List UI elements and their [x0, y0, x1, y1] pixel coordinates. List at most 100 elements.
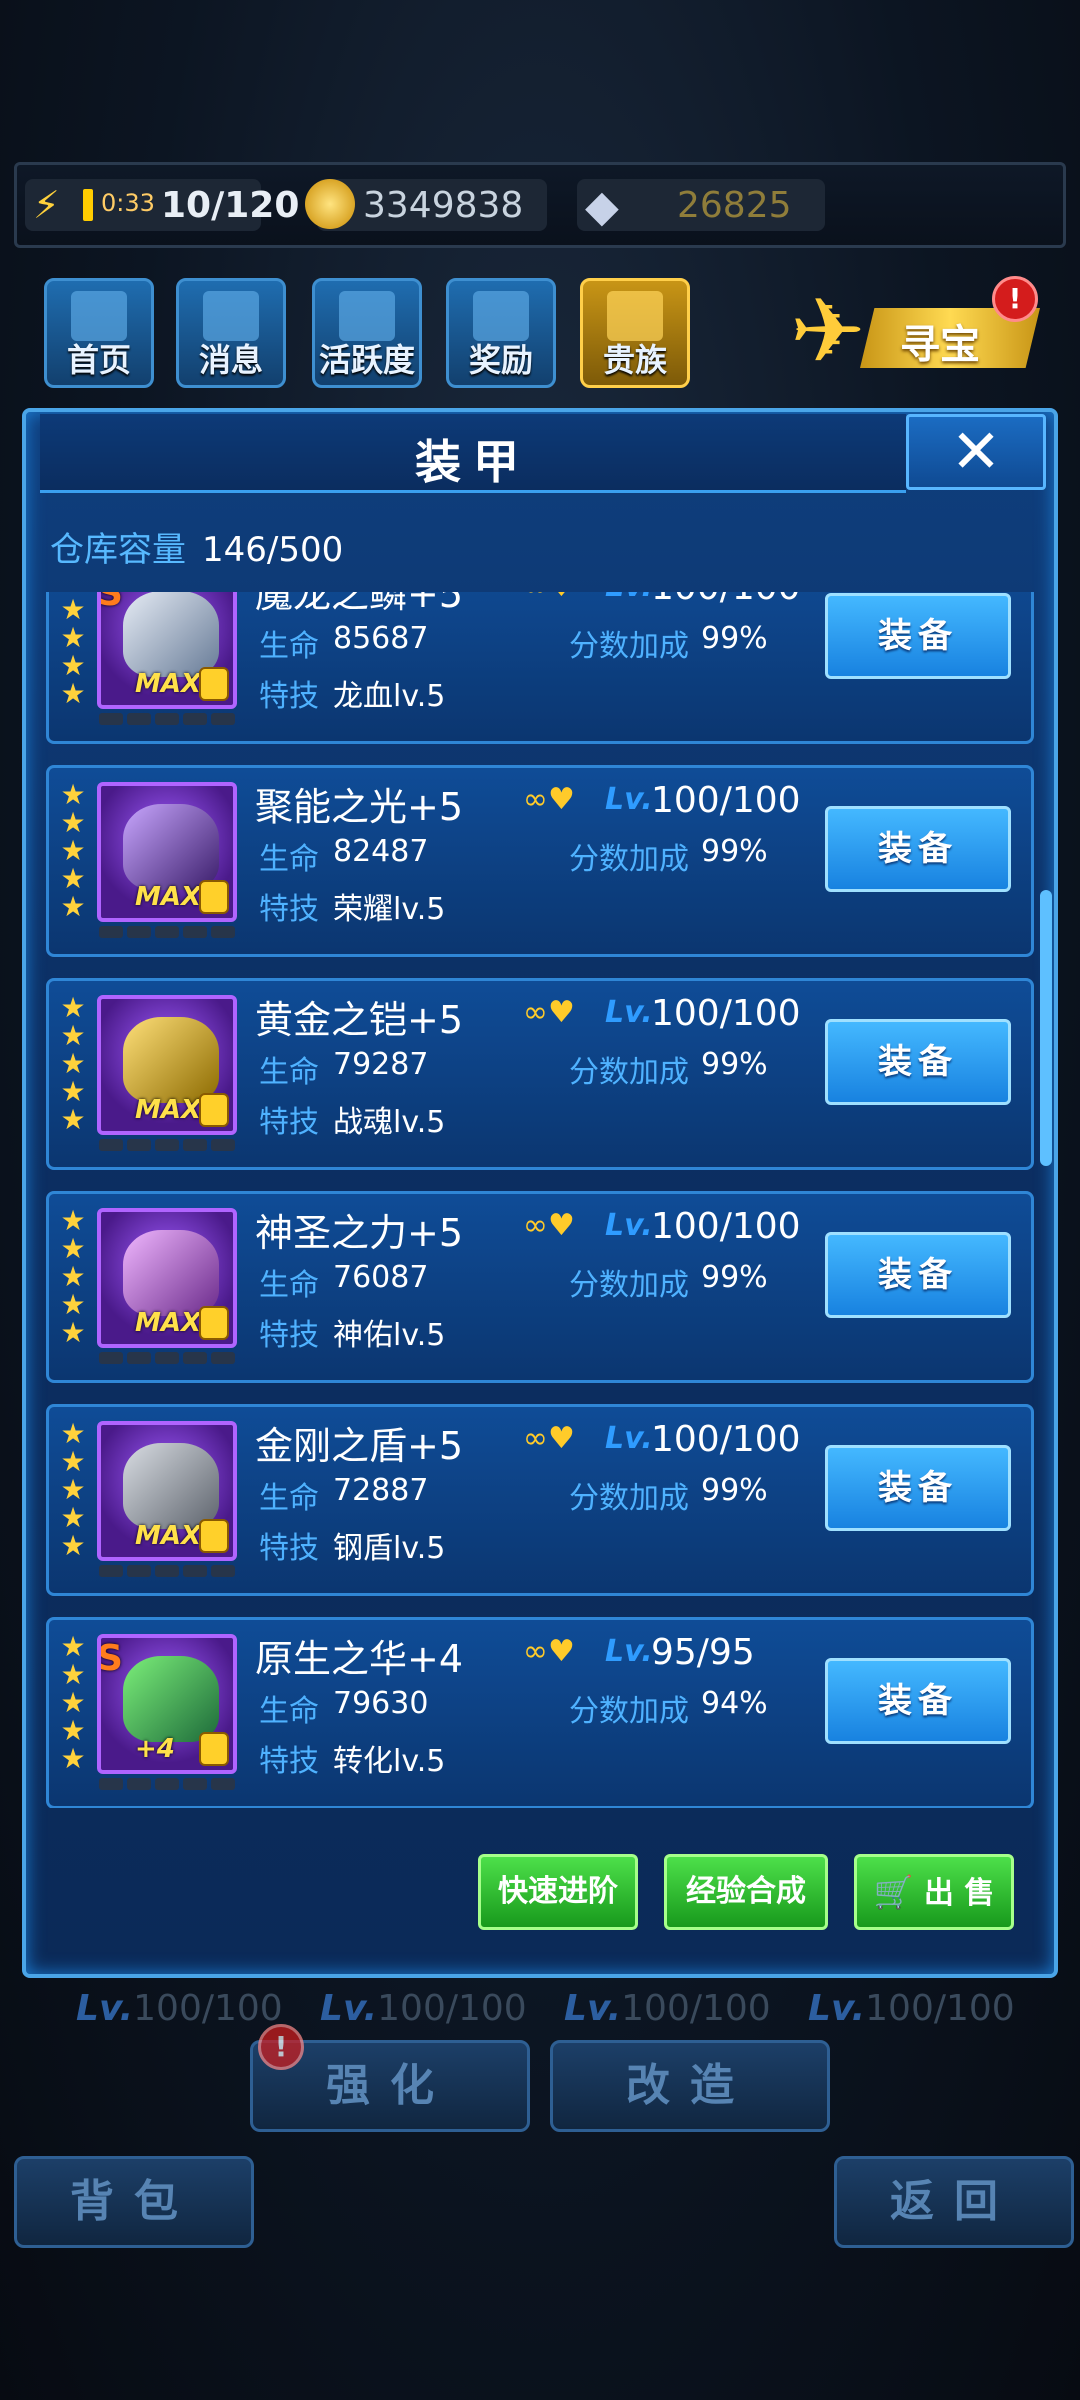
- armor-level: 100/100: [651, 1206, 801, 1247]
- gem-slots: [99, 713, 235, 725]
- armor-item[interactable]: ★ ★ ★ ★ ★ S +4 原生之华+4 ∞♥ Lv. 95/95 生命 79630 …: [46, 1617, 1034, 1808]
- close-icon: ✕: [950, 417, 1002, 487]
- hp-label: 生命: [259, 842, 319, 877]
- armor-item[interactable]: ★ ★ ★ ★ ★ MAX 神圣之力+5 ∞♥ Lv. 100/100 生命 76087…: [46, 1191, 1034, 1383]
- bg-level-1-value: 100/100: [133, 1988, 283, 2029]
- modify-button[interactable]: 改造: [550, 2040, 830, 2132]
- treasure-button[interactable]: ✈ 寻宝 !: [790, 276, 1040, 386]
- armor-name: 原生之华+4: [255, 1637, 464, 1681]
- armor-list[interactable]: ★★★★★ S MAX 魔龙之鳞+5 ∞♥ Lv. 100/100 生命 856…: [46, 592, 1034, 1808]
- star-icon: ★: [60, 1103, 86, 1136]
- nav-home-button[interactable]: 首页: [44, 278, 154, 388]
- armor-level: 100/100: [651, 592, 801, 608]
- nav-noble-button[interactable]: 贵族: [580, 278, 690, 388]
- hp-value: 85687: [333, 621, 429, 656]
- gem-icon: ◆: [585, 181, 619, 232]
- mail-icon: [203, 291, 259, 341]
- chain-link-icon: ∞♥: [523, 1421, 575, 1456]
- gem-value: 26825: [677, 185, 792, 226]
- armor-item[interactable]: ★ ★ ★ ★ ★ MAX 聚能之光+5 ∞♥ Lv. 100/100 生命 82487…: [46, 765, 1034, 957]
- star-icon: ★: [60, 1260, 86, 1293]
- skill-label: 特技: [259, 1318, 319, 1353]
- armor-avatar[interactable]: MAX: [97, 995, 237, 1135]
- bag-button[interactable]: 背包: [14, 2156, 254, 2248]
- armor-item[interactable]: ★ ★ ★ ★ ★ MAX 黄金之铠+5 ∞♥ Lv. 100/100 生命 79287…: [46, 978, 1034, 1170]
- bonus-label: 分数加成: [569, 1694, 689, 1729]
- armor-avatar[interactable]: S MAX: [97, 592, 237, 709]
- quick-advance-button[interactable]: 快速进阶: [478, 1854, 638, 1930]
- hp-value: 76087: [333, 1260, 429, 1295]
- lock-icon[interactable]: [199, 1519, 229, 1553]
- storage-capacity: 仓库容量 146/500: [50, 522, 343, 571]
- bg-level-2-value: 100/100: [377, 1988, 527, 2029]
- star-icon: ★: [60, 1473, 86, 1506]
- close-button[interactable]: ✕: [906, 414, 1046, 490]
- lock-icon[interactable]: [199, 1732, 229, 1766]
- coin-resource[interactable]: 3349838: [305, 179, 547, 231]
- skill-value: 钢盾lv.5: [333, 1531, 446, 1566]
- lock-icon[interactable]: [199, 667, 229, 701]
- nav-rewards-label: 奖励: [468, 341, 533, 379]
- skill-value: 战魂lv.5: [333, 1105, 446, 1140]
- armor-avatar[interactable]: MAX: [97, 1421, 237, 1561]
- star-icon: ★: [60, 1288, 86, 1321]
- bonus-label: 分数加成: [569, 629, 689, 664]
- star-icon: ★: [60, 1742, 86, 1775]
- level-tag: MAX: [135, 1521, 202, 1551]
- armor-art-icon: [123, 1443, 219, 1529]
- nav-activity-button[interactable]: 活跃度: [312, 278, 422, 388]
- armor-item[interactable]: ★★★★★ S MAX 魔龙之鳞+5 ∞♥ Lv. 100/100 生命 856…: [46, 592, 1034, 744]
- bonus-label: 分数加成: [569, 842, 689, 877]
- armor-level: 100/100: [651, 780, 801, 821]
- armor-item[interactable]: ★ ★ ★ ★ ★ MAX 金刚之盾+5 ∞♥ Lv. 100/100 生命 72887…: [46, 1404, 1034, 1596]
- star-icon: ★: [60, 1316, 86, 1349]
- armor-name: 聚能之光+5: [255, 785, 464, 829]
- equip-button[interactable]: 装备: [825, 1658, 1011, 1744]
- equip-button[interactable]: 装备: [825, 593, 1011, 679]
- equip-button[interactable]: 装备: [825, 1445, 1011, 1531]
- skill-label: 特技: [259, 1744, 319, 1779]
- lightning-icon: ⚡: [33, 183, 60, 227]
- star-icon: ★: [60, 1630, 86, 1663]
- cart-icon: 🛒: [873, 1873, 914, 1911]
- lv-label: Lv.: [605, 782, 653, 817]
- bg-level-2: Lv.100/100: [320, 1988, 527, 2029]
- armor-art-icon: [123, 1656, 219, 1742]
- hp-label: 生命: [259, 1694, 319, 1729]
- star-icon: ★: [60, 862, 86, 895]
- equip-button[interactable]: 装备: [825, 806, 1011, 892]
- armor-avatar[interactable]: MAX: [97, 1208, 237, 1348]
- armor-art-icon: [123, 804, 219, 890]
- gem-resource[interactable]: ◆ 26825: [577, 179, 825, 232]
- equip-button[interactable]: 装备: [825, 1019, 1011, 1105]
- exp-merge-button[interactable]: 经验合成: [664, 1854, 828, 1930]
- chain-link-icon: ∞♥: [523, 995, 575, 1030]
- lock-icon[interactable]: [199, 1306, 229, 1340]
- gem-slots: [99, 1565, 235, 1577]
- energy-value: 10/120: [161, 185, 300, 226]
- sell-button[interactable]: 🛒 出 售: [854, 1854, 1014, 1930]
- coin-icon: [305, 179, 355, 229]
- energy-resource[interactable]: ⚡ 0:33 10/120: [25, 179, 299, 231]
- back-button[interactable]: 返回: [834, 2156, 1074, 2248]
- armor-avatar[interactable]: S +4: [97, 1634, 237, 1774]
- skill-label: 特技: [259, 1105, 319, 1140]
- star-rating: ★★★★★: [59, 1630, 89, 1775]
- armor-name: 金刚之盾+5: [255, 1424, 464, 1468]
- grade-badge: S: [97, 1638, 123, 1679]
- armor-level: 100/100: [651, 1419, 801, 1460]
- nav-rewards-button[interactable]: 奖励: [446, 278, 556, 388]
- nav-messages-button[interactable]: 消息: [176, 278, 286, 388]
- armor-level: 100/100: [651, 993, 801, 1034]
- star-icon: ★: [60, 1047, 86, 1080]
- armor-name: 神圣之力+5: [255, 1211, 464, 1255]
- armor-name: 黄金之铠+5: [255, 998, 464, 1042]
- lock-icon[interactable]: [199, 880, 229, 914]
- hp-value: 79630: [333, 1686, 429, 1721]
- star-icon: ★: [60, 1714, 86, 1747]
- lock-icon[interactable]: [199, 1093, 229, 1127]
- equip-button[interactable]: 装备: [825, 1232, 1011, 1318]
- bg-level-1: Lv.100/100: [76, 1988, 283, 2029]
- list-scrollbar[interactable]: [1040, 890, 1052, 1166]
- armor-avatar[interactable]: MAX: [97, 782, 237, 922]
